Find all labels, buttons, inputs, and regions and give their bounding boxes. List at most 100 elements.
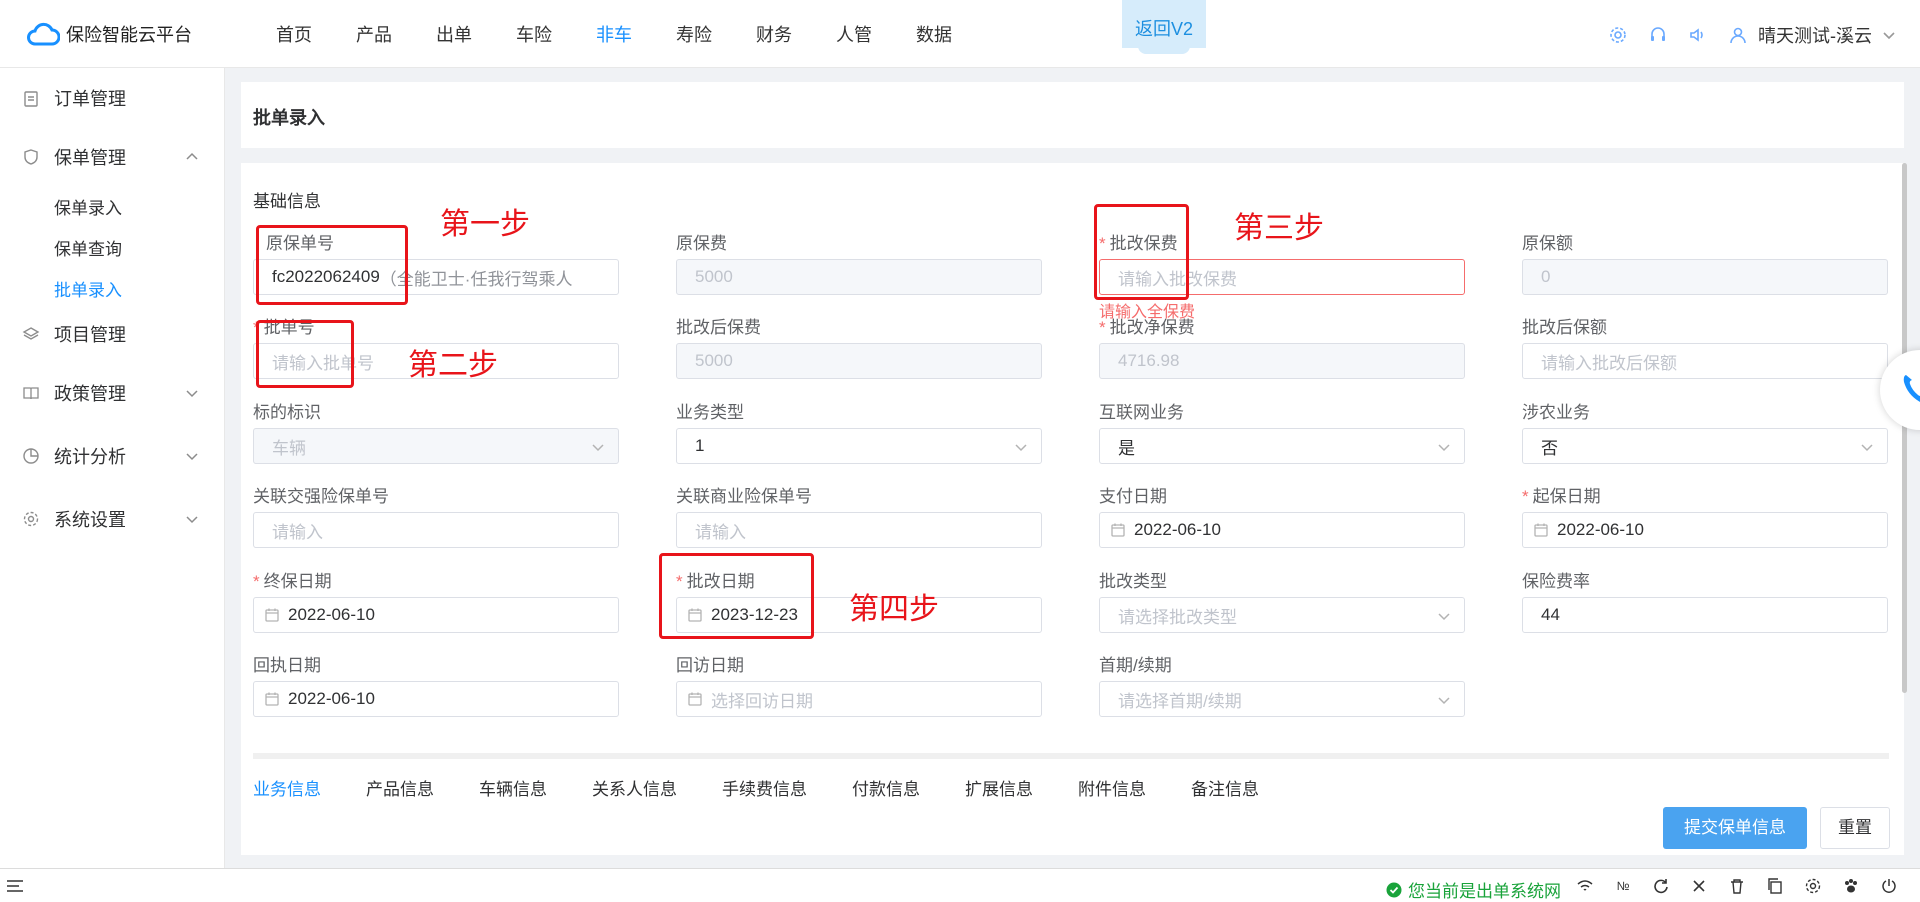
chevron-down-icon [1438, 613, 1450, 621]
ci-no-label: 关联交强险保单号 [253, 487, 389, 506]
gear-icon[interactable] [1804, 877, 1822, 895]
start-date-picker[interactable]: 2022-06-10 [1522, 512, 1888, 548]
status-bar-tools: № [1576, 877, 1918, 895]
power-icon[interactable] [1880, 877, 1898, 895]
chevron-down-icon [1438, 444, 1450, 452]
nav-issue[interactable]: 出单 [414, 0, 494, 68]
headset-icon[interactable] [1646, 23, 1670, 47]
receipt-date-label: 回执日期 [253, 656, 321, 675]
amend-premium-placeholder: 请输入批改保费 [1118, 269, 1237, 289]
step2-annotation: 第二步 [408, 349, 498, 382]
tab-remarks-info[interactable]: 备注信息 [1191, 775, 1259, 800]
calendar-icon [1111, 523, 1125, 537]
tab-product-info[interactable]: 产品信息 [366, 775, 434, 800]
tab-attachment-info[interactable]: 附件信息 [1078, 775, 1146, 800]
status-bar: 您当前是出单系统网 № [0, 868, 1920, 902]
net-premium-label-text: 批改净保费 [1109, 318, 1195, 337]
amend-type-select[interactable]: 请选择批改类型 [1099, 597, 1465, 633]
sidebar-item-stats[interactable]: 统计分析 [0, 434, 225, 478]
endorse-no-placeholder: 请输入批单号 [272, 353, 374, 373]
chevron-down-icon[interactable] [1880, 26, 1898, 44]
biz-type-select[interactable]: 1 [676, 428, 1042, 464]
end-date-label-text: 终保日期 [263, 572, 332, 591]
tab-payment-info[interactable]: 付款信息 [852, 775, 920, 800]
settings-icon[interactable] [1606, 23, 1630, 47]
amend-date-label: * 批改日期 [676, 567, 755, 592]
tab-extension-info[interactable]: 扩展信息 [965, 775, 1033, 800]
tab-party-info[interactable]: 关系人信息 [592, 775, 677, 800]
internet-select[interactable]: 是 [1099, 428, 1465, 464]
top-navbar: 保险智能云平台 首页 产品 出单 车险 非车 寿险 财务 人管 数据 返回V2 … [0, 0, 1920, 68]
pay-date-picker[interactable]: 2022-06-10 [1099, 512, 1465, 548]
app-logo[interactable]: 保险智能云平台 [26, 20, 192, 48]
orig-premium-input: 5000 [676, 259, 1042, 295]
visit-date-picker[interactable]: 选择回访日期 [676, 681, 1042, 717]
cloud-logo-icon [27, 22, 60, 46]
sidebar-item-project[interactable]: 项目管理 [0, 312, 225, 356]
number-sign-icon[interactable]: № [1614, 877, 1632, 895]
close-icon[interactable] [1690, 877, 1708, 895]
ci-no-placeholder: 请输入 [272, 522, 323, 542]
net-premium-label: * 批改净保费 [1099, 313, 1195, 338]
nav-data[interactable]: 数据 [894, 0, 974, 68]
sidebar-item-strategy[interactable]: 政策管理 [0, 371, 225, 415]
tab-business-info[interactable]: 业务信息 [253, 775, 321, 800]
sidebar-item-settings[interactable]: 系统设置 [0, 497, 225, 541]
sidebar-subitem-policy-entry[interactable]: 保单录入 [54, 194, 122, 219]
required-mark: * [1099, 234, 1106, 253]
chevron-down-icon [1861, 444, 1873, 452]
nav-non-auto[interactable]: 非车 [574, 0, 654, 68]
nav-life[interactable]: 寿险 [654, 0, 734, 68]
rate-input[interactable]: 44 [1522, 597, 1888, 633]
sidebar-item-label: 保单管理 [54, 148, 126, 168]
section-divider [253, 753, 1889, 759]
subject-label: 标的标识 [253, 403, 321, 422]
tab-commission-info[interactable]: 手续费信息 [722, 775, 807, 800]
bi-no-input[interactable]: 请输入 [676, 512, 1042, 548]
ci-no-input[interactable]: 请输入 [253, 512, 619, 548]
trash-icon[interactable] [1728, 877, 1746, 895]
orig-premium-label: 原保费 [676, 234, 727, 253]
speaker-icon[interactable] [1686, 23, 1710, 47]
sidebar-item-label: 项目管理 [54, 325, 126, 345]
sidebar-item-policy[interactable]: 保单管理 [0, 135, 225, 179]
amend-type-placeholder: 请选择批改类型 [1118, 607, 1237, 627]
nav-home[interactable]: 首页 [254, 0, 334, 68]
nav-auto[interactable]: 车险 [494, 0, 574, 68]
amount-after-input[interactable]: 请输入批改后保额 [1522, 343, 1888, 379]
end-date-picker[interactable]: 2022-06-10 [253, 597, 619, 633]
chevron-down-icon [186, 453, 198, 461]
period-select[interactable]: 请选择首期/续期 [1099, 681, 1465, 717]
clipboard-icon [24, 91, 38, 107]
vertical-scrollbar[interactable] [1902, 163, 1907, 693]
receipt-date-picker[interactable]: 2022-06-10 [253, 681, 619, 717]
app-title: 保险智能云平台 [66, 25, 192, 45]
amend-premium-input[interactable]: 请输入批改保费 [1099, 259, 1465, 295]
orig-premium-value: 5000 [695, 267, 733, 286]
pay-date-label: 支付日期 [1099, 487, 1167, 506]
nav-hr[interactable]: 人管 [814, 0, 894, 68]
biz-type-value: 1 [695, 436, 705, 455]
period-placeholder: 请选择首期/续期 [1118, 691, 1242, 711]
amount-after-label: 批改后保额 [1522, 318, 1607, 337]
paw-icon[interactable] [1842, 877, 1860, 895]
sidebar-subitem-policy-query[interactable]: 保单查询 [54, 235, 122, 260]
menu-icon[interactable] [6, 878, 24, 894]
submit-policy-button[interactable]: 提交保单信息 [1663, 807, 1807, 849]
back-to-v2-button[interactable]: 返回V2 [1122, 0, 1206, 54]
sidebar-item-order[interactable]: 订单管理 [0, 76, 225, 120]
nav-finance[interactable]: 财务 [734, 0, 814, 68]
wifi-icon[interactable] [1576, 877, 1594, 895]
refresh-icon[interactable] [1652, 877, 1670, 895]
rate-value: 44 [1541, 605, 1560, 624]
agri-select[interactable]: 否 [1522, 428, 1888, 464]
section-title: 基础信息 [253, 192, 321, 211]
nav-product[interactable]: 产品 [334, 0, 414, 68]
tab-vehicle-info[interactable]: 车辆信息 [479, 775, 547, 800]
period-label: 首期/续期 [1099, 656, 1172, 675]
sidebar-subitem-endorsement-entry[interactable]: 批单录入 [54, 276, 122, 301]
user-name[interactable]: 晴天测试-溪云 [1758, 22, 1872, 48]
orig-policy-no-input[interactable]: fc2022062409 （全能卫士·任我行驾乘人 [253, 259, 619, 295]
copy-icon[interactable] [1766, 877, 1784, 895]
reset-button[interactable]: 重置 [1820, 807, 1890, 849]
